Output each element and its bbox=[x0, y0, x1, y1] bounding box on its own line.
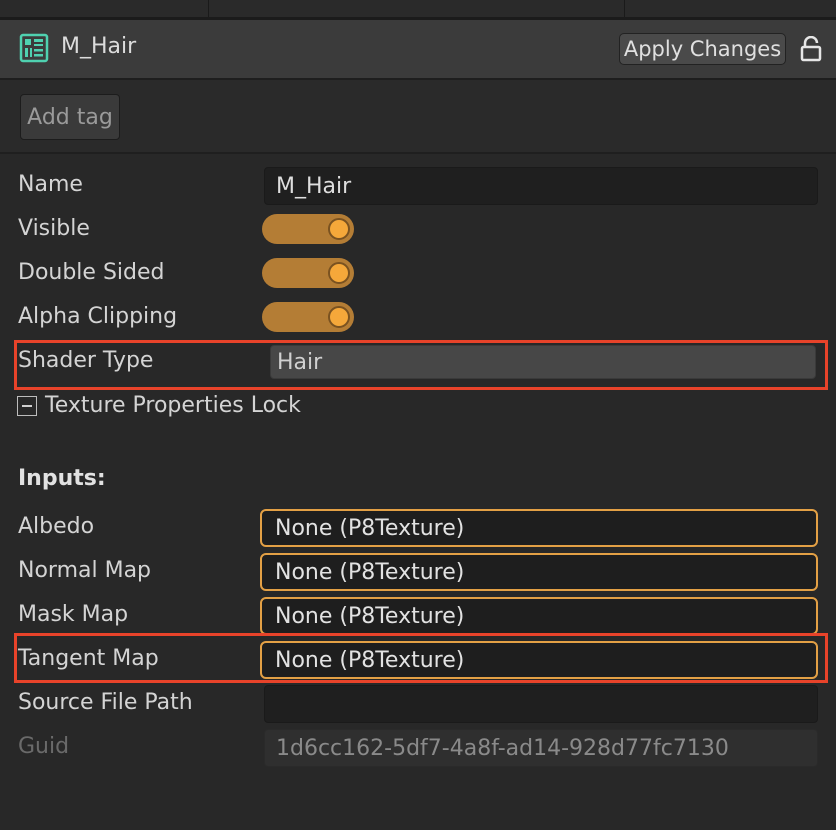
collapse-icon[interactable] bbox=[17, 396, 37, 416]
shader-type-dropdown[interactable]: Hair bbox=[270, 345, 816, 379]
normal-map-texture-slot[interactable]: None (P8Texture) bbox=[260, 553, 818, 591]
albedo-label: Albedo bbox=[18, 514, 95, 539]
source-file-path-label: Source File Path bbox=[18, 690, 193, 715]
material-grid-icon bbox=[19, 33, 49, 63]
apply-changes-button[interactable]: Apply Changes bbox=[619, 33, 786, 65]
name-field[interactable]: M_Hair bbox=[264, 167, 818, 205]
name-label: Name bbox=[18, 172, 83, 197]
visible-label: Visible bbox=[18, 216, 90, 241]
guid-field: 1d6cc162-5df7-4a8f-ad14-928d77fc7130 bbox=[264, 729, 818, 767]
texture-lock-label[interactable]: Texture Properties Lock bbox=[45, 393, 301, 418]
normal-map-label: Normal Map bbox=[18, 558, 152, 583]
toggle-knob bbox=[328, 262, 350, 284]
inputs-heading: Inputs: bbox=[18, 466, 106, 491]
tangent-map-label: Tangent Map bbox=[18, 646, 159, 671]
guid-label: Guid bbox=[18, 734, 70, 759]
asset-title: M_Hair bbox=[61, 34, 137, 59]
alpha-clipping-toggle[interactable] bbox=[262, 302, 354, 332]
lock-icon[interactable] bbox=[800, 36, 822, 62]
add-tag-button[interactable]: Add tag bbox=[20, 94, 120, 140]
tab-divider bbox=[208, 0, 209, 18]
double-sided-label: Double Sided bbox=[18, 260, 165, 285]
tag-bar: Add tag bbox=[0, 80, 836, 154]
alpha-clipping-label: Alpha Clipping bbox=[18, 304, 178, 329]
top-tab-strip bbox=[0, 0, 836, 18]
source-file-path-field[interactable] bbox=[264, 685, 818, 723]
inspector-header: M_Hair Apply Changes bbox=[0, 20, 836, 80]
albedo-texture-slot[interactable]: None (P8Texture) bbox=[260, 509, 818, 547]
mask-map-label: Mask Map bbox=[18, 602, 129, 627]
double-sided-toggle[interactable] bbox=[262, 258, 354, 288]
shader-type-label: Shader Type bbox=[18, 348, 154, 373]
toggle-knob bbox=[328, 218, 350, 240]
mask-map-texture-slot[interactable]: None (P8Texture) bbox=[260, 597, 818, 635]
visible-toggle[interactable] bbox=[262, 214, 354, 244]
tangent-map-texture-slot[interactable]: None (P8Texture) bbox=[260, 641, 818, 679]
toggle-knob bbox=[328, 306, 350, 328]
tab-divider bbox=[624, 0, 625, 18]
